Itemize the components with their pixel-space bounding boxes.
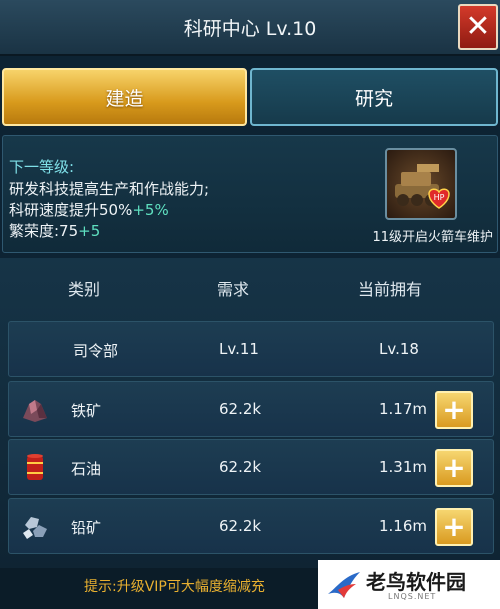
row-owned: 1.17m: [379, 400, 428, 418]
plus-icon: +: [442, 451, 466, 484]
tab-research[interactable]: 研究: [250, 68, 498, 126]
add-lead-button[interactable]: +: [435, 508, 473, 546]
tab-bar: 建造 研究: [0, 64, 500, 128]
table-row-headquarters: 司令部 Lv.11 Lv.18: [8, 321, 494, 377]
iron-ore-icon: [23, 400, 47, 422]
next-level-label: 下一等级:: [9, 158, 75, 176]
add-oil-button[interactable]: +: [435, 449, 473, 487]
rocket-vehicle-icon: HP: [395, 164, 450, 209]
unit-unlock-caption: 11级开启火箭车维护: [372, 230, 493, 245]
add-iron-button[interactable]: +: [435, 391, 473, 429]
table-row-oil: 石油 62.2k 1.31m +: [8, 439, 494, 495]
info-line-prosperity: 繁荣度:75+5: [9, 220, 100, 241]
rocket-vehicle-thumbnail[interactable]: HP: [385, 148, 457, 220]
row-requirement: Lv.11: [219, 340, 259, 358]
row-name: 铁矿: [71, 402, 102, 420]
prosperity-bonus: +5: [78, 222, 101, 240]
plus-icon: +: [442, 510, 466, 543]
bird-logo-icon: [328, 572, 360, 598]
watermark-brand: 老鸟软件园: [366, 570, 466, 594]
table-row-iron: 铁矿 62.2k 1.17m +: [8, 381, 494, 437]
row-owned: 1.16m: [379, 517, 428, 535]
row-requirement: 62.2k: [219, 400, 262, 418]
row-owned: 1.31m: [379, 458, 428, 476]
tab-build[interactable]: 建造: [2, 68, 247, 126]
info-line-tech: 研发科技提高生产和作战能力;: [9, 180, 210, 198]
lead-ore-icon: [23, 517, 47, 539]
row-name: 石油: [71, 460, 102, 478]
close-button[interactable]: ✕: [458, 4, 498, 50]
speed-base: 科研速度提升50%: [9, 201, 133, 219]
table-row-lead: 铅矿 62.2k 1.16m +: [8, 498, 494, 554]
oil-barrel-icon: [27, 454, 43, 480]
watermark-domain: LNQS.NET: [388, 592, 437, 601]
close-icon: ✕: [465, 9, 491, 44]
row-requirement: 62.2k: [219, 517, 262, 535]
row-name: 铅矿: [71, 519, 102, 537]
plus-icon: +: [442, 393, 466, 426]
page-title: 科研中心 Lv.10: [183, 18, 317, 40]
watermark: 老鸟软件园 LNQS.NET: [318, 560, 500, 609]
requirements-table: 类别 需求 当前拥有 司令部 Lv.11 Lv.18 铁矿 62.2k 1.17…: [0, 258, 500, 568]
title-bar: 科研中心 Lv.10 ✕: [0, 0, 500, 56]
header-requirement: 需求: [217, 280, 250, 299]
speed-bonus: +5%: [132, 201, 169, 219]
vip-tip: 提示:升级VIP可大幅度缩减充: [84, 579, 265, 595]
row-name: 司令部: [73, 342, 119, 360]
row-requirement: 62.2k: [219, 458, 262, 476]
svg-text:HP: HP: [434, 193, 445, 202]
prosperity-base: 繁荣度:75: [9, 222, 79, 240]
header-owned: 当前拥有: [358, 280, 423, 299]
next-level-info-panel: 下一等级: 研发科技提高生产和作战能力; 科研速度提升50%+5% 繁荣度:75…: [2, 135, 498, 253]
info-line-speed: 科研速度提升50%+5%: [9, 199, 169, 220]
header-category: 类别: [68, 280, 101, 299]
row-owned: Lv.18: [379, 340, 419, 358]
